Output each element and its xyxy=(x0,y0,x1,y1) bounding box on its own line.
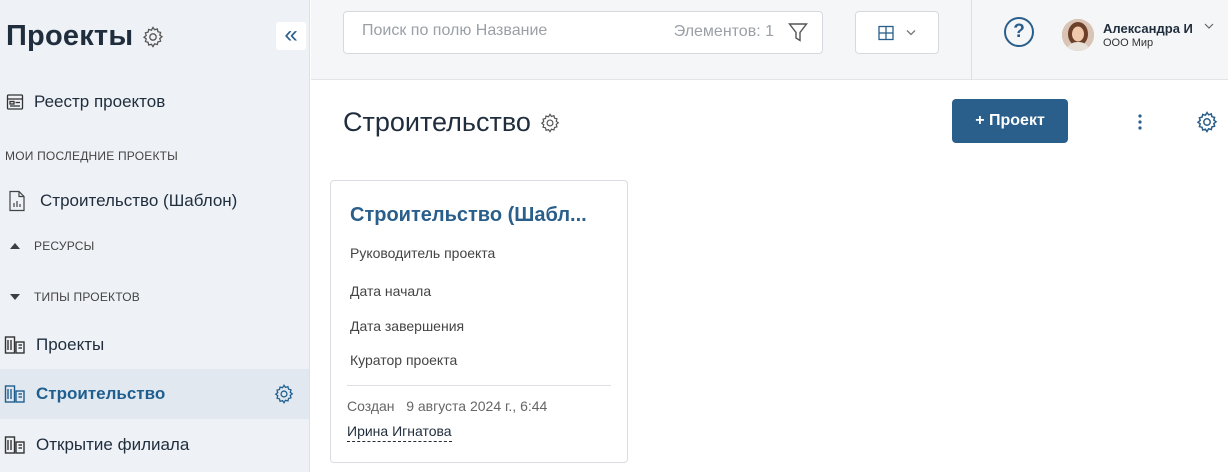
sidebar-item-label: Реестр проектов xyxy=(34,92,166,111)
search-box: Элементов: 1 xyxy=(343,11,823,54)
top-bar: Элементов: 1 ? Александра И ООО Мир xyxy=(311,0,1228,80)
collapse-sidebar-button[interactable]: « xyxy=(276,22,306,50)
chevron-down-icon xyxy=(906,30,916,36)
buildings-icon xyxy=(4,336,25,354)
add-project-button[interactable]: + Проект xyxy=(952,99,1068,143)
sidebar: Проекты « Реестр проектов МОИ ПОСЛЕДНИЕ … xyxy=(0,0,310,472)
recent-project-item[interactable]: Строительство (Шаблон) xyxy=(0,188,309,214)
sidebar-header: Проекты xyxy=(6,20,165,53)
avatar[interactable] xyxy=(1062,19,1094,51)
grid-icon xyxy=(878,25,894,40)
sidebar-item-construction[interactable]: Строительство xyxy=(0,369,309,419)
buildings-icon xyxy=(4,436,25,454)
gear-icon[interactable] xyxy=(273,383,295,405)
user-photo-icon xyxy=(1062,19,1094,51)
field-project-manager: Руководитель проекта xyxy=(350,245,496,261)
sidebar-item-branch-opening[interactable]: Открытие филиала xyxy=(0,432,309,458)
sidebar-item-label: Проекты xyxy=(36,335,105,354)
search-input[interactable] xyxy=(362,22,622,40)
item-count: Элементов: 1 xyxy=(673,23,774,40)
gear-icon[interactable] xyxy=(539,112,561,134)
gear-icon[interactable] xyxy=(141,25,165,49)
help-button[interactable]: ? xyxy=(1004,17,1034,47)
sidebar-item-label: Строительство xyxy=(36,384,166,403)
section-label: РЕСУРСЫ xyxy=(34,239,95,253)
recent-projects-header: МОИ ПОСЛЕДНИЕ ПРОЕКТЫ xyxy=(5,149,178,163)
divider xyxy=(971,0,972,80)
project-card[interactable]: Строительство (Шабл... Руководитель прое… xyxy=(330,180,628,463)
page-title: Строительство xyxy=(343,107,531,137)
author-link[interactable]: Ирина Игнатова xyxy=(347,423,452,442)
sidebar-item-projects[interactable]: Проекты xyxy=(0,332,309,358)
filter-icon[interactable] xyxy=(788,22,808,44)
user-name[interactable]: Александра И xyxy=(1103,21,1193,36)
sidebar-item-label: Строительство (Шаблон) xyxy=(40,191,238,210)
field-end-date: Дата завершения xyxy=(350,318,465,334)
page-title-wrap: Строительство xyxy=(343,107,561,138)
sidebar-title: Проекты xyxy=(6,20,134,52)
project-card-title[interactable]: Строительство (Шабл... xyxy=(350,204,587,227)
project-types-section-toggle[interactable]: ТИПЫ ПРОЕКТОВ xyxy=(10,290,140,304)
field-project-curator: Куратор проекта xyxy=(350,352,458,368)
view-mode-button[interactable] xyxy=(855,11,939,54)
user-organization: ООО Мир xyxy=(1103,37,1154,49)
registry-icon xyxy=(6,94,24,110)
buildings-icon xyxy=(4,385,25,403)
expand-triangle-icon xyxy=(10,294,20,300)
created-info: Создан 9 августа 2024 г., 6:44 xyxy=(347,398,548,414)
sidebar-item-label: Открытие филиала xyxy=(36,435,190,454)
divider xyxy=(347,385,611,386)
document-chart-icon xyxy=(9,190,25,212)
field-start-date: Дата начала xyxy=(350,283,432,299)
more-options-icon[interactable] xyxy=(1132,110,1148,134)
section-label: ТИПЫ ПРОЕКТОВ xyxy=(34,290,140,304)
gear-icon[interactable] xyxy=(1195,110,1219,134)
resources-section-toggle[interactable]: РЕСУРСЫ xyxy=(10,239,94,253)
chevron-down-icon[interactable] xyxy=(1204,22,1214,30)
collapse-triangle-icon xyxy=(10,243,20,249)
sidebar-item-registry[interactable]: Реестр проектов xyxy=(0,90,309,114)
